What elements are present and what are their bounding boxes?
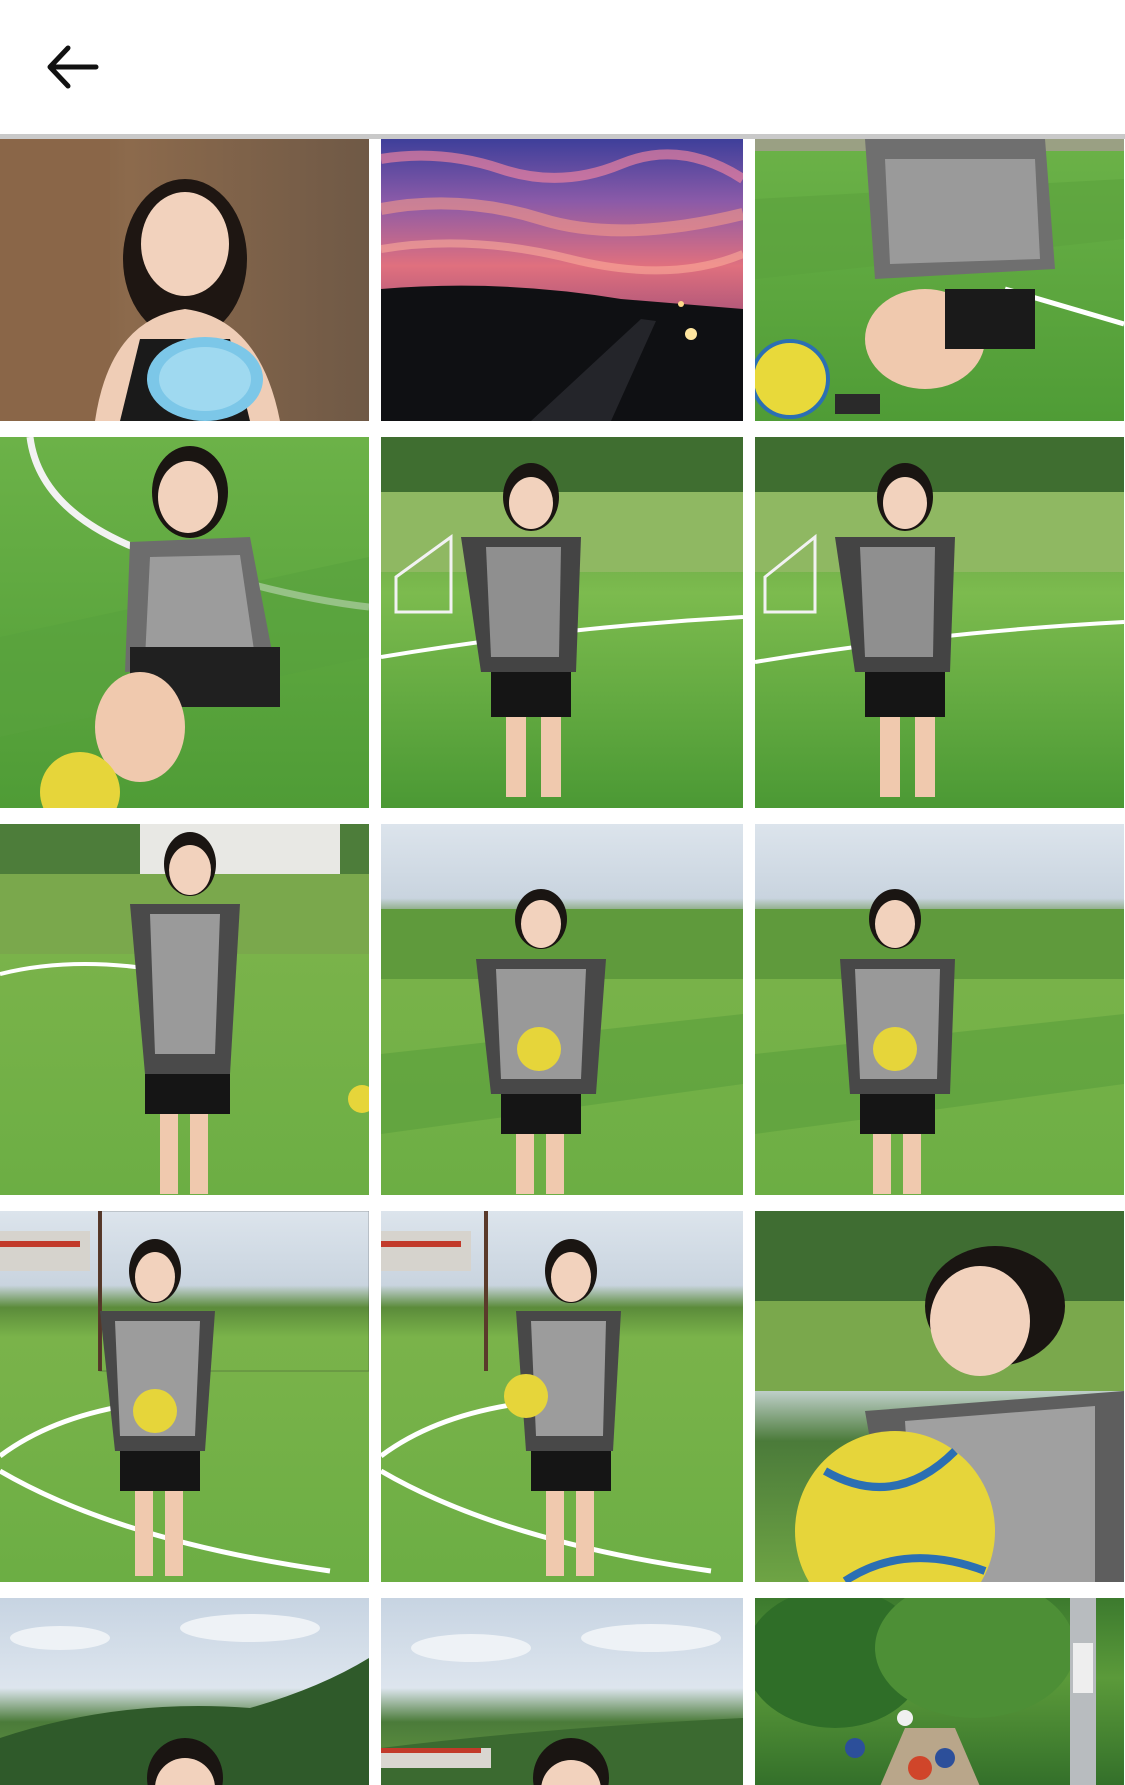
arrow-left-icon bbox=[47, 45, 99, 89]
photo-tile-holding-ball-goal-1[interactable] bbox=[0, 1211, 369, 1582]
photo-tile-holding-ball-goal-2[interactable] bbox=[381, 1211, 743, 1582]
photo-tile-presenting-ball[interactable] bbox=[755, 1211, 1124, 1582]
photo-tile-sky-1[interactable] bbox=[0, 1598, 369, 1785]
back-button[interactable] bbox=[36, 36, 108, 98]
photo-tile-tying-shoe[interactable] bbox=[755, 139, 1124, 421]
photo-tile-kneeling-field[interactable] bbox=[0, 437, 369, 808]
photo-tile-sky-2[interactable] bbox=[381, 1598, 743, 1785]
photo-tile-holding-ball-2[interactable] bbox=[755, 824, 1124, 1195]
photo-tile-posing-fence[interactable] bbox=[0, 824, 369, 1195]
photo-grid bbox=[0, 139, 1125, 1785]
photo-tile-standing-field-1[interactable] bbox=[381, 437, 743, 808]
photo-tile-birthday-cake[interactable] bbox=[0, 139, 369, 421]
photo-tile-forest-path[interactable] bbox=[755, 1598, 1124, 1785]
photo-tile-holding-ball-1[interactable] bbox=[381, 824, 743, 1195]
photo-tile-standing-field-2[interactable] bbox=[755, 437, 1124, 808]
top-app-bar bbox=[0, 0, 1125, 134]
photo-tile-sunset-road[interactable] bbox=[381, 139, 743, 421]
